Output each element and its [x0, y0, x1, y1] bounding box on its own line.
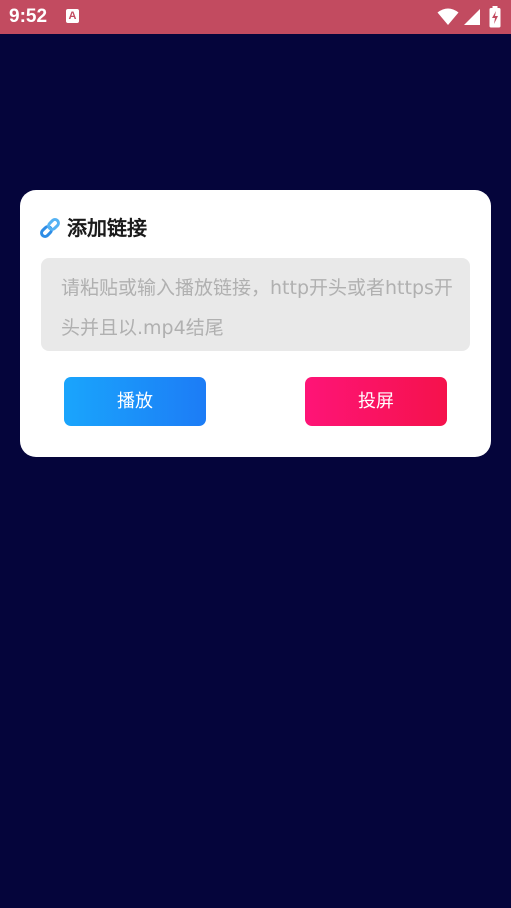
add-link-dialog: 添加链接 播放 投屏 [20, 190, 491, 457]
wifi-icon [437, 8, 459, 25]
dialog-title: 添加链接 [67, 216, 147, 240]
battery-charging-icon [489, 6, 501, 28]
cast-button[interactable]: 投屏 [305, 377, 447, 426]
a-notification-icon: A [66, 9, 79, 23]
a-notification-icon-letter: A [68, 10, 77, 22]
link-icon [40, 218, 60, 238]
url-input[interactable] [41, 258, 470, 351]
play-button[interactable]: 播放 [64, 377, 206, 426]
status-bar: 9:52 A [0, 0, 511, 34]
status-time: 9:52 [9, 6, 48, 27]
signal-icon [464, 9, 480, 25]
